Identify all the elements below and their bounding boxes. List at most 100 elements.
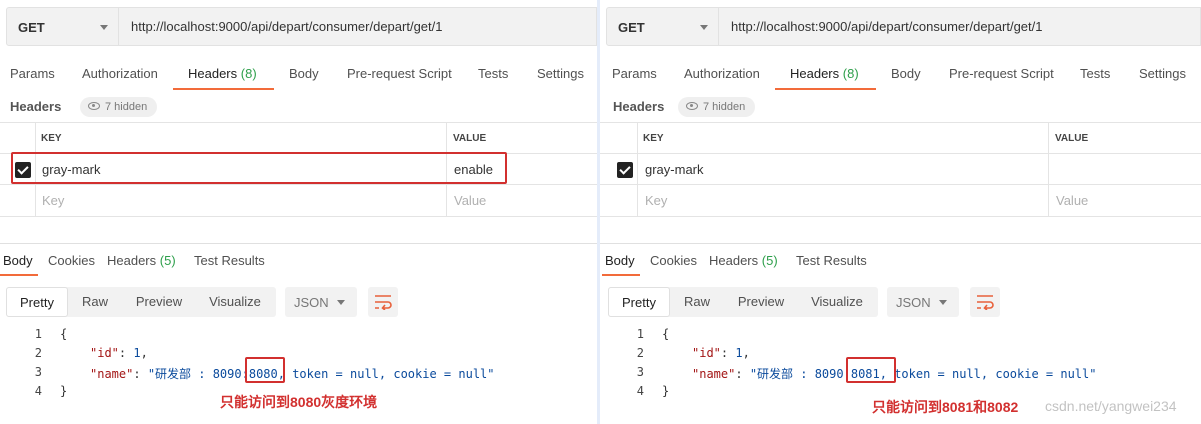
request-tabs: Params Authorization Headers (8) Body Pr… — [600, 62, 1201, 90]
view-pretty[interactable]: Pretty — [6, 287, 68, 317]
tab-params[interactable]: Params — [612, 66, 657, 81]
method-select[interactable]: GET — [606, 7, 719, 46]
format-select[interactable]: JSON — [285, 287, 357, 317]
wrap-lines-icon — [977, 295, 994, 310]
active-tab-indicator — [602, 274, 640, 276]
code-line-name: "name": "研发部 : 8090:8080, token = null, … — [90, 367, 495, 381]
format-label: JSON — [896, 295, 931, 310]
wrap-lines-button[interactable] — [970, 287, 1000, 317]
line-number: 2 — [636, 346, 644, 360]
tab-headers-count: (8) — [240, 66, 257, 81]
url-text: http://localhost:9000/api/depart/consume… — [131, 19, 443, 34]
resp-tab-headers[interactable]: Headers (5) — [709, 253, 778, 268]
json-string-suffix: , token = null, cookie = null" — [277, 367, 495, 381]
right-postman-panel: GET http://localhost:9000/api/depart/con… — [600, 0, 1201, 424]
url-input[interactable]: http://localhost:9000/api/depart/consume… — [119, 7, 597, 46]
tab-tests[interactable]: Tests — [478, 66, 508, 81]
active-tab-indicator — [0, 274, 38, 276]
annotation-highlight-box — [11, 152, 507, 184]
headers-section-label: Headers — [10, 99, 62, 114]
key-placeholder[interactable]: Key — [645, 193, 667, 208]
resp-tab-body[interactable]: Body — [3, 253, 33, 268]
view-pretty[interactable]: Pretty — [608, 287, 670, 317]
left-postman-panel: GET http://localhost:9000/api/depart/con… — [0, 0, 597, 424]
resp-tab-headers-label: Headers — [107, 253, 157, 268]
column-header-key: KEY — [41, 133, 62, 144]
tab-params[interactable]: Params — [10, 66, 55, 81]
view-preview[interactable]: Preview — [730, 287, 792, 317]
method-select[interactable]: GET — [6, 7, 119, 46]
code-open-brace: { — [60, 327, 68, 341]
view-visualize[interactable]: Visualize — [804, 287, 870, 317]
resp-tab-test-results[interactable]: Test Results — [796, 253, 867, 268]
view-visualize[interactable]: Visualize — [202, 287, 268, 317]
chevron-down-icon — [700, 25, 708, 30]
hidden-headers-toggle[interactable]: 7 hidden — [80, 97, 158, 117]
view-raw[interactable]: Raw — [74, 287, 116, 317]
response-divider — [600, 243, 1201, 244]
header-key-cell[interactable]: gray-mark — [645, 162, 704, 177]
value-placeholder[interactable]: Value — [454, 193, 486, 208]
line-number: 3 — [636, 365, 644, 379]
resp-tab-body[interactable]: Body — [605, 253, 635, 268]
column-divider — [637, 122, 638, 216]
method-label: GET — [18, 20, 45, 35]
tab-tests[interactable]: Tests — [1080, 66, 1110, 81]
tab-pre-request-script[interactable]: Pre-request Script — [347, 66, 452, 81]
tab-authorization[interactable]: Authorization — [82, 66, 158, 81]
hidden-headers-toggle[interactable]: 7 hidden — [678, 97, 756, 117]
json-key: "name" — [692, 367, 736, 381]
view-preview[interactable]: Preview — [128, 287, 190, 317]
json-string-suffix: token = null, cookie = null" — [886, 367, 1097, 381]
tab-settings[interactable]: Settings — [1139, 66, 1186, 81]
line-number: 4 — [636, 384, 644, 398]
chevron-down-icon — [100, 25, 108, 30]
header-enabled-checkbox[interactable] — [617, 162, 633, 178]
format-label: JSON — [294, 295, 329, 310]
code-close-brace: } — [60, 384, 68, 398]
resp-tab-headers-count: (5) — [159, 253, 176, 268]
table-header-row: KEY VALUE — [600, 122, 1201, 154]
tab-headers[interactable]: Headers (8) — [188, 66, 257, 81]
format-select[interactable]: JSON — [887, 287, 959, 317]
url-input[interactable]: http://localhost:9000/api/depart/consume… — [719, 7, 1201, 46]
resp-tab-cookies[interactable]: Cookies — [650, 253, 697, 268]
active-tab-indicator — [173, 88, 274, 90]
resp-tab-cookies[interactable]: Cookies — [48, 253, 95, 268]
tab-settings[interactable]: Settings — [537, 66, 584, 81]
view-raw[interactable]: Raw — [676, 287, 718, 317]
json-number: 1 — [735, 346, 743, 360]
response-tabs: Body Cookies Headers (5) Test Results — [0, 250, 597, 278]
json-key: "id" — [90, 346, 119, 360]
tab-body[interactable]: Body — [289, 66, 319, 81]
key-placeholder[interactable]: Key — [42, 193, 64, 208]
code-line-id: "id": 1, — [90, 346, 148, 360]
eye-icon — [686, 102, 698, 110]
tab-headers[interactable]: Headers (8) — [790, 66, 859, 81]
resp-tab-headers[interactable]: Headers (5) — [107, 253, 176, 268]
column-divider — [1048, 122, 1049, 216]
code-line-id: "id": 1, — [692, 346, 750, 360]
value-placeholder[interactable]: Value — [1056, 193, 1088, 208]
hidden-count-label: 7 hidden — [703, 101, 746, 113]
table-row-empty: Key Value — [0, 184, 597, 217]
hidden-count-label: 7 hidden — [105, 101, 148, 113]
table-row: gray-mark — [600, 153, 1201, 185]
chevron-down-icon — [939, 300, 947, 305]
line-number: 3 — [34, 365, 42, 379]
wrap-lines-button[interactable] — [368, 287, 398, 317]
column-header-value: VALUE — [1055, 133, 1089, 144]
tab-pre-request-script[interactable]: Pre-request Script — [949, 66, 1054, 81]
tab-authorization[interactable]: Authorization — [684, 66, 760, 81]
tab-body[interactable]: Body — [891, 66, 921, 81]
resp-tab-test-results[interactable]: Test Results — [194, 253, 265, 268]
url-text: http://localhost:9000/api/depart/consume… — [731, 19, 1043, 34]
line-number: 2 — [34, 346, 42, 360]
annotation-port-box — [245, 357, 285, 383]
line-number: 4 — [34, 384, 42, 398]
response-tabs: Body Cookies Headers (5) Test Results — [600, 250, 1201, 278]
annotation-note: 只能访问到8081和8082 — [872, 399, 1019, 415]
tab-headers-label: Headers — [790, 66, 840, 81]
line-number: 1 — [636, 327, 644, 341]
watermark: csdn.net/yangwei234 — [1045, 398, 1177, 414]
